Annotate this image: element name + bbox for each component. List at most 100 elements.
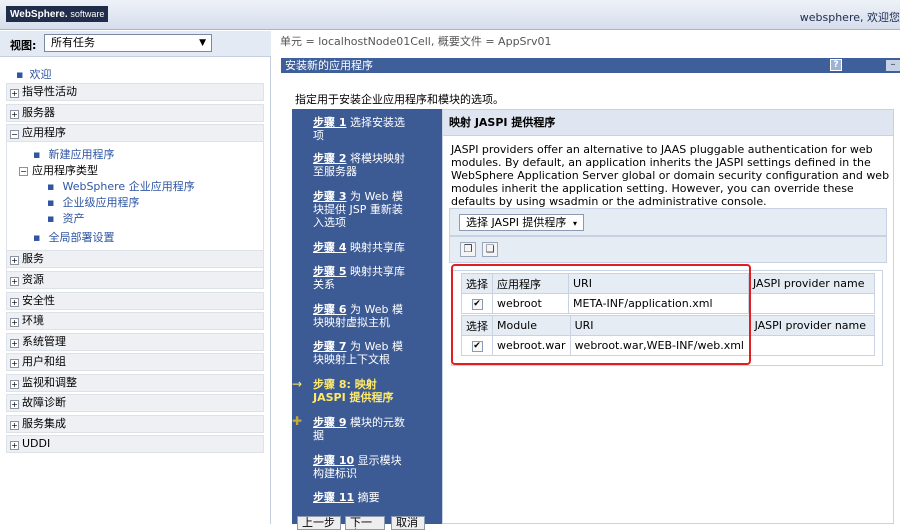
nav-category-label: 指导性活动 — [22, 85, 77, 98]
step-number: 步骤 9 — [313, 416, 347, 429]
next-button[interactable]: 下一步 — [345, 516, 385, 530]
wizard-step-5[interactable]: 步骤 5 映射共享库关系 — [313, 265, 409, 291]
websphere-logo: WebSphere. software — [6, 6, 109, 22]
nav-category-services[interactable]: + 服务 — [6, 250, 264, 268]
wizard-step-10[interactable]: 步骤 10 显示模块构建标识 — [313, 454, 409, 480]
navigation-pane: 视图: 所有任务 ▼ ▪ 欢迎 + 指导性活动 + 服务器 − 应用程序 ▪ 新建应用程序… — [0, 31, 271, 524]
column-header-uri: URI — [569, 315, 751, 336]
deselect-all-icon[interactable]: ❏ — [482, 242, 498, 257]
application-table: 选择 应用程序 URI JASPI provider name ✔ webroo… — [461, 273, 875, 314]
nav-category-monitoring[interactable]: + 监视和调整 — [6, 374, 264, 392]
bullet-icon: ▪ — [33, 231, 41, 244]
bullet-icon: ▪ — [47, 212, 55, 225]
nav-category-label: 资源 — [22, 273, 44, 286]
nav-category-security[interactable]: + 安全性 — [6, 292, 264, 310]
wizard-step-11[interactable]: 步骤 11 摘要 — [313, 491, 409, 504]
expand-icon: + — [10, 110, 19, 119]
provider-cell — [748, 293, 875, 314]
bullet-icon: ▪ — [47, 180, 55, 193]
table-header-row: 选择 Module URI JASPI provider name — [461, 315, 876, 336]
nav-welcome-link[interactable]: ▪ 欢迎 — [16, 66, 51, 82]
wizard-step-4[interactable]: 步骤 4 映射共享库 — [313, 241, 409, 254]
description-text: JASPI providers offer an alternative to … — [451, 143, 890, 208]
wizard-step-9[interactable]: 步骤 9 模块的元数据 — [313, 416, 409, 442]
expand-icon: + — [10, 359, 19, 368]
expand-icon: + — [10, 89, 19, 98]
nav-link-label: 资产 — [62, 212, 85, 225]
dropdown-arrow-icon: ▼ — [199, 38, 206, 48]
select-all-icon[interactable]: ❐ — [460, 242, 476, 257]
minimize-icon[interactable]: – — [886, 60, 900, 71]
expand-icon: + — [10, 256, 19, 265]
row-checkbox-cell: ✔ — [461, 335, 493, 356]
row-checkbox[interactable]: ✔ — [471, 298, 483, 310]
nav-category-label: 服务器 — [22, 106, 55, 119]
table-header-row: 选择 应用程序 URI JASPI provider name — [461, 273, 875, 294]
nav-category-label: 安全性 — [22, 294, 55, 307]
column-header-select: 选择 — [461, 315, 493, 336]
cancel-button[interactable]: 取消 — [391, 516, 425, 530]
nav-enterprise-apps[interactable]: ▪ 企业级应用程序 — [47, 194, 139, 210]
collapse-icon: − — [10, 130, 19, 139]
step-number: 步骤 4 — [313, 241, 347, 254]
module-table: 选择 Module URI JASPI provider name ✔ webr… — [461, 315, 876, 356]
nav-application-types[interactable]: − 应用程序类型 — [19, 162, 98, 178]
nav-category-users-groups[interactable]: + 用户和组 — [6, 353, 264, 371]
nav-category-resources[interactable]: + 资源 — [6, 271, 264, 289]
bullet-icon: ▪ — [16, 68, 24, 81]
nav-category-service-integration[interactable]: + 服务集成 — [6, 415, 264, 433]
expand-icon: + — [10, 421, 19, 430]
nav-assets[interactable]: ▪ 资产 — [47, 210, 84, 226]
row-checkbox[interactable]: ✔ — [471, 340, 483, 352]
step-number: 步骤 6 — [313, 303, 347, 316]
column-header-jaspi-provider: JASPI provider name — [749, 315, 876, 336]
nav-websphere-enterprise-apps[interactable]: ▪ WebSphere 企业应用程序 — [47, 178, 195, 194]
action-toolbar: 选择 JASPI 提供程序 ▾ — [449, 208, 887, 236]
module-cell: webroot.war — [492, 335, 571, 356]
view-label: 视图: — [10, 39, 37, 52]
dropdown-arrow-icon: ▾ — [572, 219, 577, 228]
nav-new-application-label: 新建应用程序 — [48, 148, 115, 161]
uri-cell: META-INF/application.xml — [568, 293, 749, 314]
nav-category-guided-activities[interactable]: + 指导性活动 — [6, 83, 264, 101]
expand-icon: + — [10, 298, 19, 307]
nav-application-types-label: 应用程序类型 — [32, 164, 98, 177]
nav-global-deploy-settings[interactable]: ▪ 全局部署设置 — [33, 229, 114, 245]
step-number: 步骤 8: — [313, 378, 351, 391]
provider-cell — [749, 335, 876, 356]
selection-toolbar: ❐ ❏ — [449, 236, 887, 263]
nav-link-label: 企业级应用程序 — [62, 196, 140, 209]
column-header-application: 应用程序 — [492, 273, 569, 294]
nav-category-uddi[interactable]: + UDDI — [6, 435, 264, 453]
help-icon[interactable]: ? — [830, 59, 842, 71]
nav-new-application[interactable]: ▪ 新建应用程序 — [33, 146, 114, 162]
view-selector-row: 视图: 所有任务 ▼ — [0, 31, 271, 57]
wizard-steps: 步骤 1 选择安装选项 步骤 2 将模块映射至服务器 步骤 3 为 Web 模块… — [292, 109, 442, 524]
table-row: ✔ webroot META-INF/application.xml — [461, 293, 875, 314]
nav-category-system-admin[interactable]: + 系统管理 — [6, 333, 264, 351]
breadcrumb: 单元 = localhostNode01Cell, 概要文件 = AppSrv0… — [280, 35, 552, 48]
wizard-step-3[interactable]: 步骤 3 为 Web 模块提供 JSP 重新装入选项 — [313, 190, 409, 229]
bullet-icon: ▪ — [33, 148, 41, 161]
nav-category-troubleshooting[interactable]: + 故障诊断 — [6, 394, 264, 412]
expand-icon: + — [10, 380, 19, 389]
select-jaspi-provider-button[interactable]: 选择 JASPI 提供程序 ▾ — [459, 214, 584, 231]
column-header-module: Module — [492, 315, 571, 336]
welcome-user: websphere, 欢迎您 — [799, 11, 900, 24]
nav-category-label: 应用程序 — [22, 126, 66, 139]
nav-category-label: 系统管理 — [22, 335, 66, 348]
previous-button[interactable]: 上一步 — [297, 516, 341, 530]
nav-category-environment[interactable]: + 环境 — [6, 312, 264, 330]
wizard-step-2[interactable]: 步骤 2 将模块映射至服务器 — [313, 152, 409, 178]
wizard-step-7[interactable]: 步骤 7 为 Web 模块映射上下文根 — [313, 340, 409, 366]
collapse-icon: − — [19, 167, 28, 176]
wizard-step-1[interactable]: 步骤 1 选择安装选项 — [313, 116, 409, 142]
step-label: 映射共享库 — [349, 241, 405, 254]
expand-icon: + — [10, 318, 19, 327]
nav-category-applications[interactable]: − 应用程序 — [6, 124, 264, 142]
view-select[interactable]: 所有任务 ▼ — [44, 34, 212, 52]
nav-category-label: 服务集成 — [22, 417, 66, 430]
nav-category-servers[interactable]: + 服务器 — [6, 104, 264, 122]
wizard-step-6[interactable]: 步骤 6 为 Web 模块映射虚拟主机 — [313, 303, 409, 329]
wizard-step-8-current: 步骤 8: 映射 JASPI 提供程序 — [313, 378, 409, 404]
